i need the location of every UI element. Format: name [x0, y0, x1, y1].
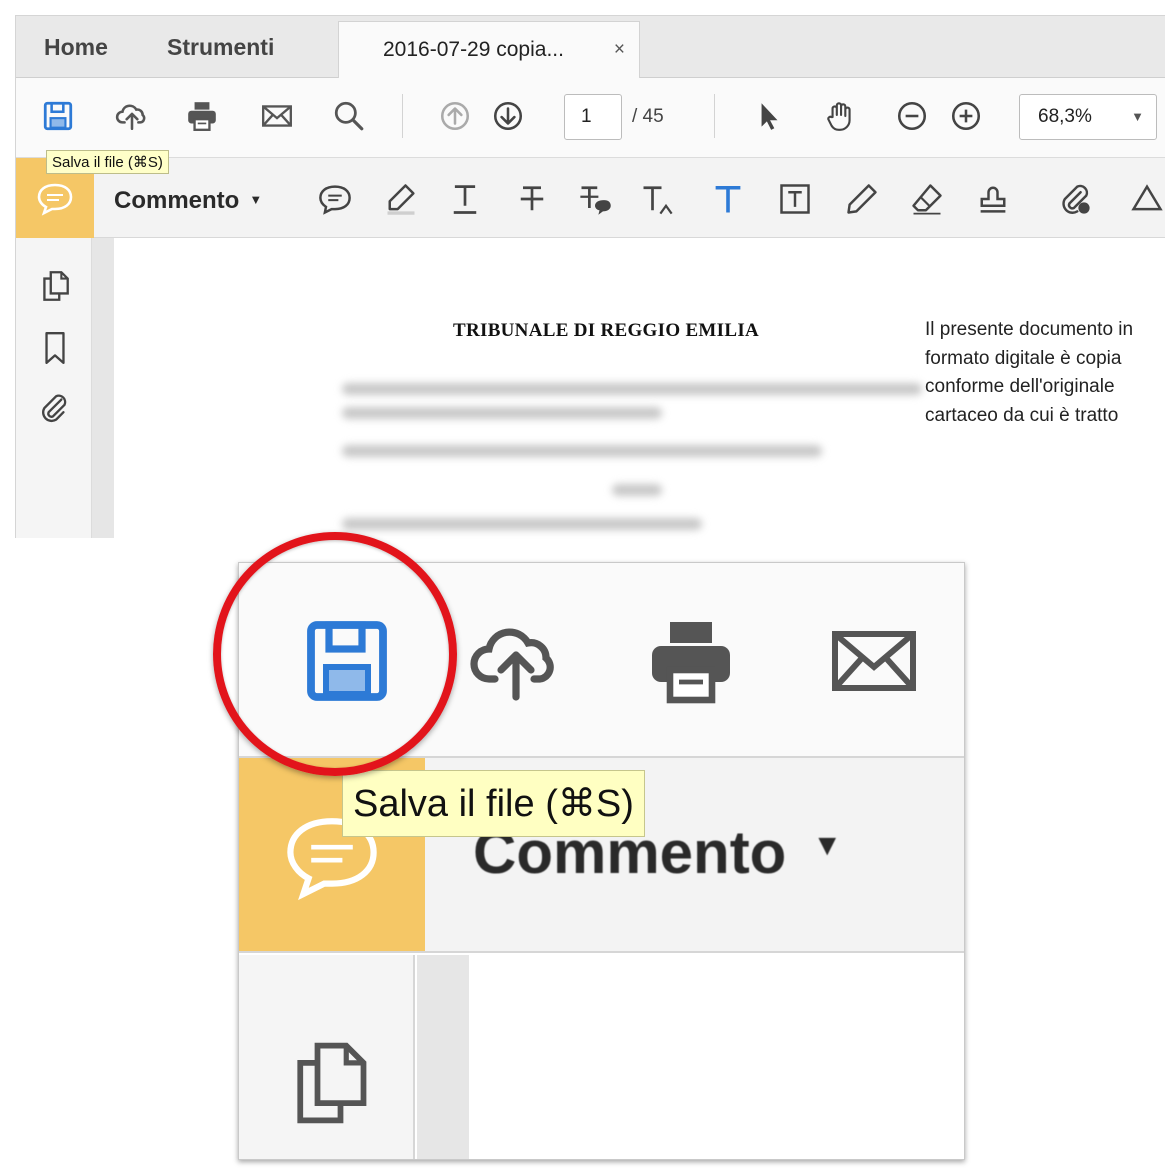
- inset-toolbar: [239, 563, 964, 758]
- pages-icon[interactable]: [36, 266, 74, 306]
- stamp-icon[interactable]: [972, 178, 1014, 220]
- page-down-icon[interactable]: [488, 96, 528, 136]
- tab-document[interactable]: 2016-07-29 copia... ×: [338, 21, 640, 79]
- zoom-select[interactable]: 68,3% ▼: [1019, 94, 1157, 140]
- close-tab-icon[interactable]: ×: [614, 22, 625, 78]
- blurred-text: [342, 518, 702, 530]
- toolbar-divider: [402, 94, 403, 138]
- document-heading: TRIBUNALE DI REGGIO EMILIA: [453, 320, 760, 341]
- tab-bar: Home Strumenti 2016-07-29 copia... ×: [16, 16, 1165, 79]
- highlight-icon[interactable]: [380, 178, 422, 220]
- blurred-text: [342, 383, 922, 395]
- tab-home[interactable]: Home: [44, 16, 108, 78]
- page-total: / 45: [632, 106, 664, 127]
- page-up-icon[interactable]: [435, 96, 475, 136]
- print-icon[interactable]: [636, 603, 746, 718]
- print-icon[interactable]: [182, 96, 222, 136]
- inset-document-page: [469, 955, 964, 1159]
- panel-gutter: [92, 238, 114, 538]
- cloud-upload-icon[interactable]: [461, 603, 571, 718]
- shapes-icon[interactable]: [1126, 178, 1165, 220]
- blurred-text: [612, 484, 662, 496]
- blurred-text: [342, 407, 662, 419]
- email-icon[interactable]: [819, 603, 929, 718]
- blurred-text: [342, 445, 822, 457]
- underline-text-icon[interactable]: [444, 178, 486, 220]
- insert-text-icon[interactable]: [636, 178, 678, 220]
- select-arrow-icon[interactable]: [749, 96, 789, 136]
- chevron-down-icon: ▼: [1131, 109, 1144, 124]
- save-tooltip: Salva il file (⌘S): [46, 150, 169, 174]
- pencil-icon[interactable]: [841, 178, 883, 220]
- comment-label: Commento: [114, 187, 240, 214]
- replace-text-icon[interactable]: [574, 178, 616, 220]
- comment-bubble-icon: [37, 183, 73, 216]
- main-toolbar: 1 / 45 68,3% ▼: [16, 78, 1165, 158]
- sticky-note-icon[interactable]: [314, 178, 356, 220]
- email-icon[interactable]: [257, 96, 297, 136]
- attach-icon[interactable]: [1054, 178, 1096, 220]
- add-text-icon[interactable]: [707, 178, 749, 220]
- attachment-icon[interactable]: [36, 388, 74, 428]
- acrobat-window: Home Strumenti 2016-07-29 copia... × 1 /…: [15, 15, 1165, 538]
- text-box-icon[interactable]: [774, 178, 816, 220]
- chevron-down-icon: ▼: [812, 829, 843, 862]
- page-number-input[interactable]: 1: [564, 94, 622, 140]
- toolbar-divider: [714, 94, 715, 138]
- inset-panel-gutter: [417, 955, 469, 1159]
- zoom-out-icon[interactable]: [892, 96, 932, 136]
- left-panel: [16, 238, 92, 538]
- zoom-in-icon[interactable]: [946, 96, 986, 136]
- document-note: Il presente documento in formato digital…: [925, 319, 1134, 426]
- save-icon[interactable]: [292, 603, 402, 718]
- zoom-inset: Commento ▼: [238, 562, 965, 1160]
- strikethrough-icon[interactable]: [511, 178, 553, 220]
- tab-tools[interactable]: Strumenti: [167, 16, 274, 78]
- hand-icon[interactable]: [820, 96, 860, 136]
- chevron-down-icon: ▼: [249, 192, 263, 207]
- zoom-value: 68,3%: [1038, 106, 1092, 127]
- cloud-upload-icon[interactable]: [112, 96, 152, 136]
- document-tab-label: 2016-07-29 copia...: [383, 38, 564, 61]
- pages-icon[interactable]: [283, 1033, 375, 1133]
- search-icon[interactable]: [329, 96, 369, 136]
- eraser-icon[interactable]: [906, 178, 948, 220]
- save-icon[interactable]: [38, 96, 78, 136]
- comment-toolbar: Commento ▼: [16, 158, 1165, 238]
- bookmark-icon[interactable]: [36, 328, 74, 368]
- save-tooltip-magnified: Salva il file (⌘S): [342, 770, 645, 837]
